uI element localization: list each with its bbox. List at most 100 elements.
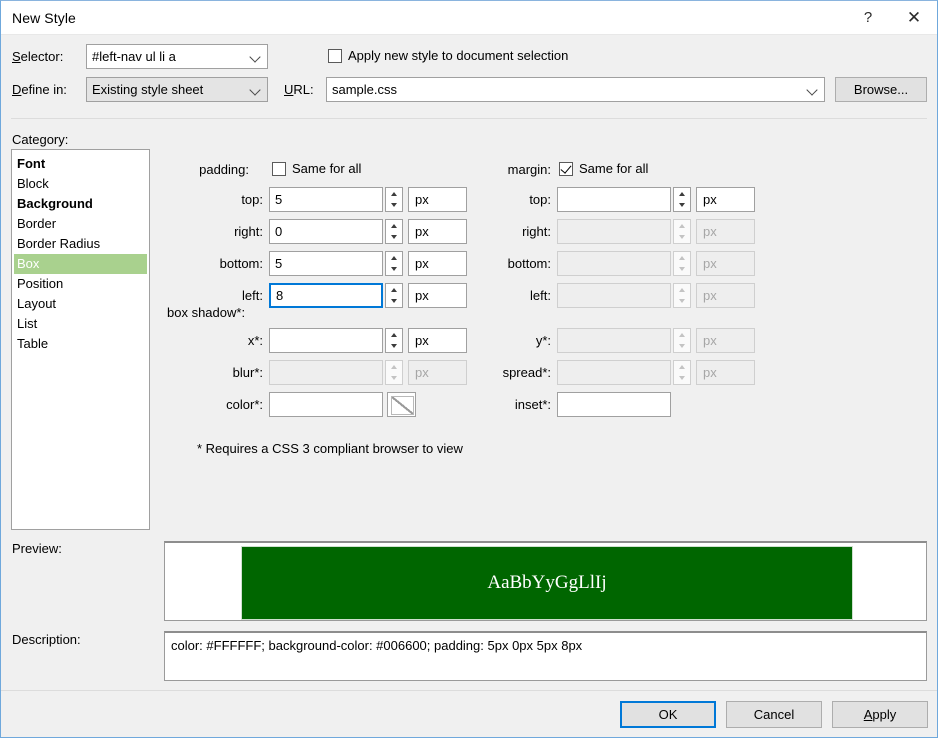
margin-top-unit-combo[interactable]: px <box>696 187 755 212</box>
apply-button-label: pply <box>872 707 897 722</box>
checkbox-box <box>559 161 573 176</box>
margin-right-spinner-down-icon[interactable] <box>674 232 690 244</box>
shadow-blur-unit-value: px <box>415 365 429 380</box>
cancel-button[interactable]: Cancel <box>726 701 822 728</box>
box-shadow-label: box shadow*: <box>167 305 246 320</box>
shadow-y-unit-combo: px <box>696 328 755 353</box>
shadow-spread-spinner <box>673 360 691 385</box>
shadow-spread-spinner-up-icon[interactable] <box>674 361 690 373</box>
margin-left-label: left: <box>530 288 551 303</box>
shadow-x-spinner[interactable] <box>385 328 403 353</box>
padding-top-input[interactable]: 5 <box>269 187 383 212</box>
shadow-color-input[interactable] <box>269 392 383 417</box>
margin-top-input[interactable] <box>557 187 671 212</box>
margin-right-spinner <box>673 219 691 244</box>
shadow-blur-spinner-up-icon[interactable] <box>386 361 402 373</box>
shadow-y-input <box>557 328 671 353</box>
shadow-spread-spinner-down-icon[interactable] <box>674 373 690 385</box>
padding-right-spinner[interactable] <box>385 219 403 244</box>
new-style-dialog: New Style ? ✕ Selector: #left-nav ul li … <box>0 0 938 738</box>
css3-footnote: * Requires a CSS 3 compliant browser to … <box>197 441 463 456</box>
apply-new-style-checkbox[interactable]: Apply new style to document selection <box>328 48 568 63</box>
padding-left-value: 8 <box>276 288 284 303</box>
category-item-block[interactable]: Block <box>12 174 149 194</box>
description-pane: color: #FFFFFF; background-color: #00660… <box>164 631 927 681</box>
margin-same-for-all-label: Same for all <box>579 161 649 176</box>
padding-right-value: 0 <box>275 224 283 239</box>
padding-bottom-unit-value: px <box>415 256 429 271</box>
padding-right-input[interactable]: 0 <box>269 219 383 244</box>
padding-top-value: 5 <box>275 192 283 207</box>
define-in-combo[interactable]: Existing style sheet <box>86 77 268 102</box>
category-list[interactable]: Font Block Background Border Border Radius Bo… <box>11 149 150 530</box>
padding-right-spinner-up-icon[interactable] <box>386 220 402 232</box>
window-title: New Style <box>12 10 76 26</box>
padding-bottom-spinner-up-icon[interactable] <box>386 252 402 264</box>
url-combo[interactable]: sample.css <box>326 77 825 102</box>
define-in-label: Define in: <box>12 82 67 97</box>
shadow-blur-input <box>269 360 383 385</box>
shadow-spread-unit-combo: px <box>696 360 755 385</box>
margin-same-for-all-checkbox[interactable]: Same for all <box>559 161 648 176</box>
selector-combo[interactable]: #left-nav ul li a <box>86 44 268 69</box>
shadow-inset-input[interactable] <box>557 392 671 417</box>
category-item-position[interactable]: Position <box>12 274 149 294</box>
padding-left-spinner-up-icon[interactable] <box>386 284 402 296</box>
ok-button[interactable]: OK <box>620 701 716 728</box>
shadow-y-unit-value: px <box>703 333 717 348</box>
close-x-icon[interactable]: ✕ <box>891 1 937 34</box>
shadow-y-spinner-down-icon[interactable] <box>674 341 690 353</box>
padding-bottom-input[interactable]: 5 <box>269 251 383 276</box>
padding-top-spinner[interactable] <box>385 187 403 212</box>
shadow-blur-spinner-down-icon[interactable] <box>386 373 402 385</box>
category-item-box[interactable]: Box <box>14 254 147 274</box>
margin-right-spinner-up-icon[interactable] <box>674 220 690 232</box>
padding-left-spinner[interactable] <box>385 283 403 308</box>
category-item-border[interactable]: Border <box>12 214 149 234</box>
margin-left-spinner-up-icon[interactable] <box>674 284 690 296</box>
padding-top-spinner-down-icon[interactable] <box>386 200 402 212</box>
padding-right-spinner-down-icon[interactable] <box>386 232 402 244</box>
category-item-layout[interactable]: Layout <box>12 294 149 314</box>
margin-top-spinner-down-icon[interactable] <box>674 200 690 212</box>
shadow-x-input[interactable] <box>269 328 383 353</box>
category-item-list[interactable]: List <box>12 314 149 334</box>
shadow-spread-unit-value: px <box>703 365 717 380</box>
shadow-x-spinner-down-icon[interactable] <box>386 341 402 353</box>
preview-pane: AaBbYyGgLlIj <box>164 541 927 621</box>
padding-top-unit-value: px <box>415 192 429 207</box>
margin-bottom-spinner-down-icon[interactable] <box>674 264 690 276</box>
category-item-border-radius[interactable]: Border Radius <box>12 234 149 254</box>
shadow-y-spinner-up-icon[interactable] <box>674 329 690 341</box>
apply-button[interactable]: Apply <box>832 701 928 728</box>
padding-same-for-all-checkbox[interactable]: Same for all <box>272 161 361 176</box>
padding-top-spinner-up-icon[interactable] <box>386 188 402 200</box>
shadow-x-spinner-up-icon[interactable] <box>386 329 402 341</box>
padding-left-spinner-down-icon[interactable] <box>386 296 402 308</box>
preview-label: Preview: <box>12 541 62 556</box>
shadow-color-label: color*: <box>226 397 263 412</box>
browse-button[interactable]: Browse... <box>835 77 927 102</box>
padding-left-label: left: <box>242 288 263 303</box>
shadow-spread-input <box>557 360 671 385</box>
shadow-color-swatch-button[interactable] <box>387 392 416 417</box>
apply-new-style-label: Apply new style to document selection <box>348 48 569 63</box>
margin-left-spinner-down-icon[interactable] <box>674 296 690 308</box>
margin-top-unit-value: px <box>703 192 717 207</box>
help-question-icon[interactable]: ? <box>845 1 891 34</box>
category-item-background[interactable]: Background <box>12 194 149 214</box>
margin-top-spinner[interactable] <box>673 187 691 212</box>
category-item-table[interactable]: Table <box>12 334 149 354</box>
margin-bottom-spinner-up-icon[interactable] <box>674 252 690 264</box>
padding-right-unit-value: px <box>415 224 429 239</box>
padding-top-label: top: <box>241 192 263 207</box>
margin-top-spinner-up-icon[interactable] <box>674 188 690 200</box>
category-item-font[interactable]: Font <box>12 154 149 174</box>
margin-left-unit-combo: px <box>696 283 755 308</box>
margin-bottom-spinner <box>673 251 691 276</box>
padding-bottom-spinner-down-icon[interactable] <box>386 264 402 276</box>
padding-bottom-spinner[interactable] <box>385 251 403 276</box>
shadow-y-label: y*: <box>535 333 551 348</box>
padding-bottom-label: bottom: <box>219 256 263 271</box>
margin-right-unit-combo: px <box>696 219 755 244</box>
